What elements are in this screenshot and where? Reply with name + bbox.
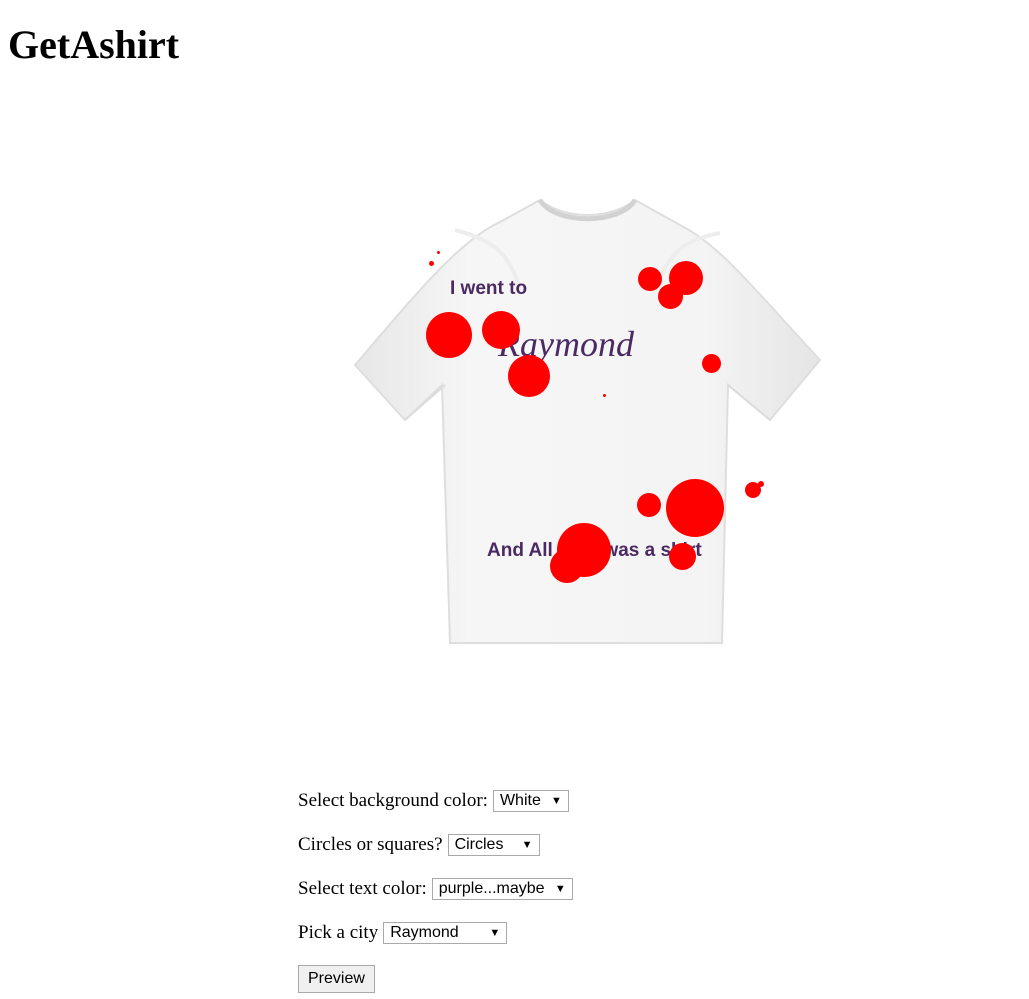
shirt-options-form: Select background color: White ▼ Circles… [298, 779, 718, 999]
background-color-value: White [499, 792, 541, 809]
shirt-line-1: I went to [450, 278, 528, 299]
shape-row: Circles or squares? Circles ▼ [298, 823, 718, 867]
red-circle [637, 493, 661, 517]
text-color-label: Select text color: [298, 878, 427, 899]
dropdown-arrow-icon: ▼ [551, 795, 562, 807]
tshirt-image [353, 198, 822, 644]
text-color-select[interactable]: purple...maybe ▼ [431, 878, 573, 900]
red-circle [508, 355, 550, 397]
red-circle [638, 267, 662, 291]
red-circle [669, 543, 696, 570]
background-color-row: Select background color: White ▼ [298, 779, 718, 823]
city-select[interactable]: Raymond ▼ [383, 922, 508, 944]
shirt-preview: I went to Raymond And All I got was a sh… [350, 195, 825, 650]
dropdown-arrow-icon: ▼ [554, 883, 566, 895]
city-label: Pick a city [298, 922, 379, 943]
red-circle [658, 284, 683, 309]
text-color-row: Select text color: purple...maybe ▼ [298, 867, 718, 911]
background-color-label: Select background color: [298, 790, 488, 811]
page-title: GetAshirt [8, 22, 180, 67]
city-row: Pick a city Raymond ▼ [298, 911, 718, 955]
red-circle [550, 549, 584, 583]
dropdown-arrow-icon: ▼ [521, 839, 533, 851]
shape-select[interactable]: Circles ▼ [447, 834, 540, 856]
shape-label: Circles or squares? [298, 834, 443, 855]
background-color-select[interactable]: White ▼ [492, 790, 569, 812]
shape-value: Circles [454, 836, 504, 853]
text-color-value: purple...maybe [438, 880, 545, 897]
dropdown-arrow-icon: ▼ [489, 927, 501, 939]
red-circle [482, 311, 520, 349]
preview-row: Preview [298, 955, 718, 999]
red-circle [429, 261, 434, 266]
red-circle [758, 481, 764, 487]
red-circle [437, 251, 440, 254]
red-circle [666, 479, 724, 537]
red-circle [702, 354, 721, 373]
red-circle [426, 312, 472, 358]
red-circle [603, 394, 606, 397]
city-value: Raymond [390, 924, 459, 941]
preview-button[interactable]: Preview [298, 964, 375, 993]
